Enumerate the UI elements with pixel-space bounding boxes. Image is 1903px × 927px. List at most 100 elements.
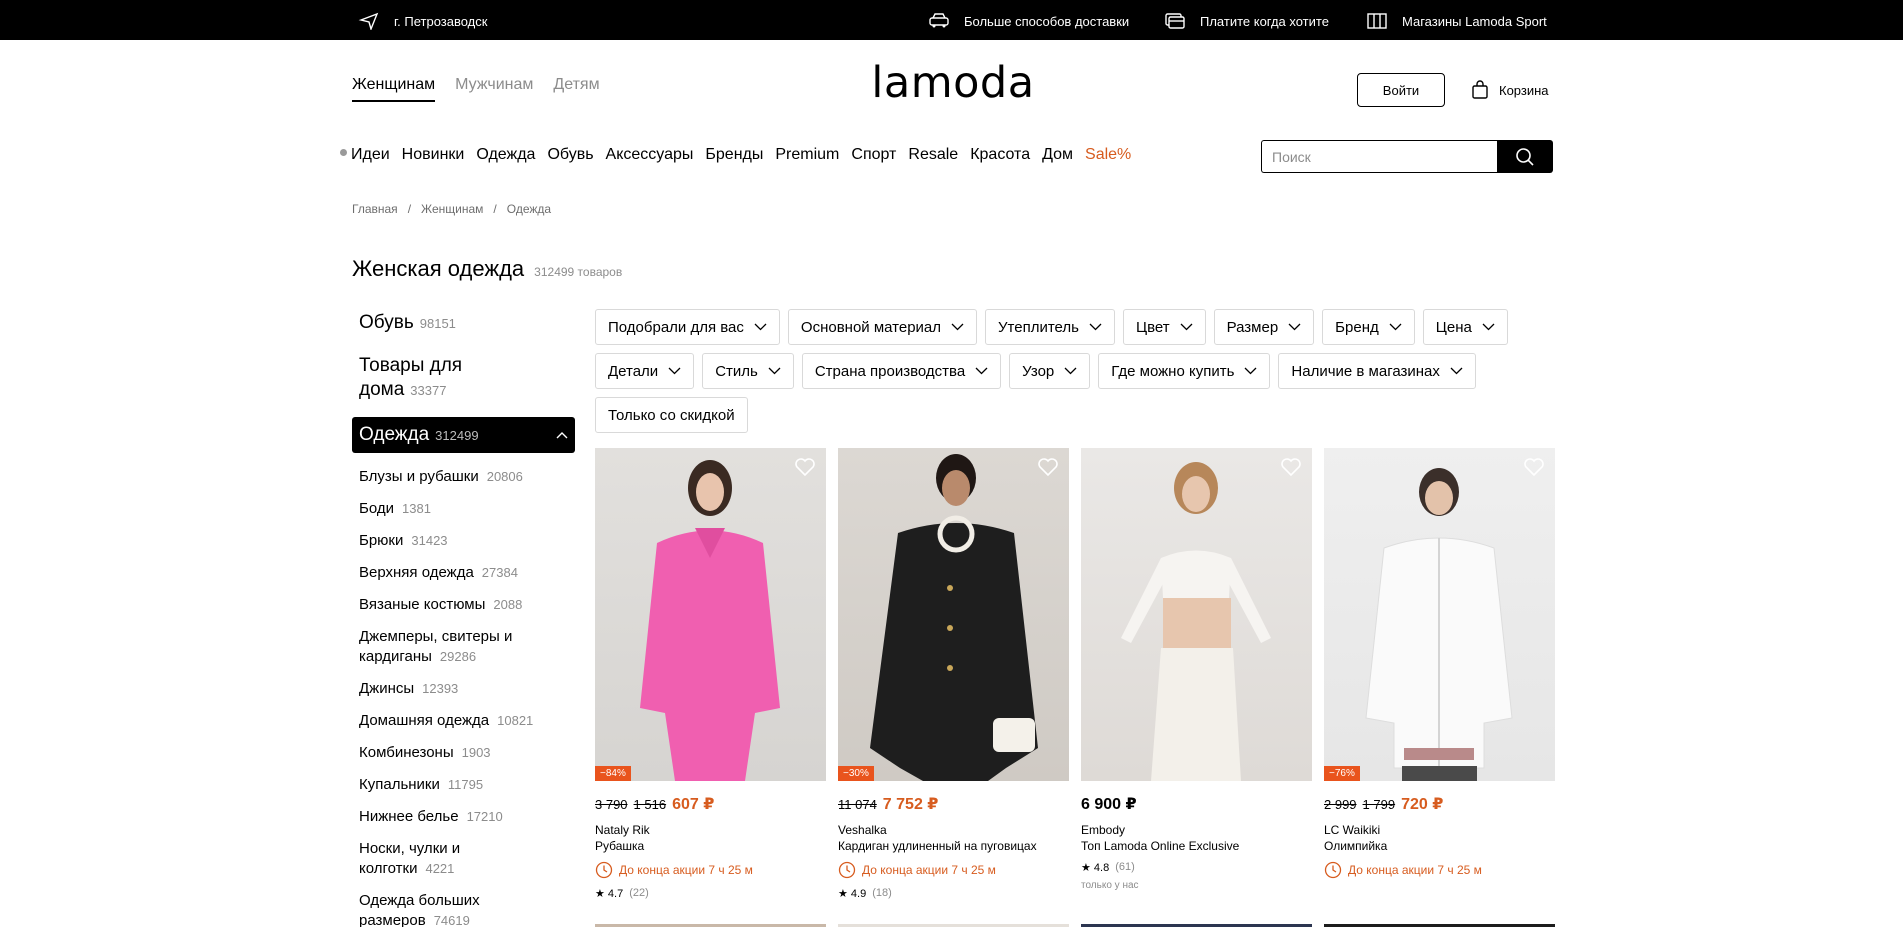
product-brand[interactable]: Veshalka [838,823,1069,837]
nav-item-sport[interactable]: Спорт [851,146,896,164]
favorite-heart-icon[interactable] [1037,457,1059,477]
subcategory-item[interactable]: Брюки 31423 [352,531,575,551]
subcategory-item[interactable]: Вязаные костюмы 2088 [352,595,575,615]
subcategory-item[interactable]: Купальники 11795 [352,775,575,795]
category-home-goods[interactable]: Товары для дома 33377 [352,354,472,403]
rating: ★ 4.8 (61) [1081,861,1312,874]
subcategory-item[interactable]: Блузы и рубашки 20806 [352,467,575,487]
product-image[interactable]: −84% [595,448,826,781]
filter-in-stores[interactable]: Наличие в магазинах [1278,353,1476,389]
filter-label: Детали [608,362,659,380]
filter-price[interactable]: Цена [1422,309,1508,345]
category-label: Одежда [359,424,430,445]
filter-style[interactable]: Стиль [702,353,794,389]
product-brand[interactable]: Embody [1081,823,1312,837]
product-card[interactable]: −30% 11 074 7 752 ₽ Veshalka Кардиган уд… [838,448,1069,900]
nav-item-resale[interactable]: Resale [908,146,958,164]
product-card[interactable]: 6 900 ₽ Embody Топ Lamoda Online Exclusi… [1081,448,1312,900]
filter-label: Цвет [1135,318,1170,336]
subcategory-item[interactable]: Комбинезоны 1903 [352,743,575,763]
filter-country[interactable]: Страна производства [801,353,1002,389]
filter-label: Цена [1435,318,1472,336]
product-brand[interactable]: Nataly Rik [595,823,826,837]
subcategory-count: 20806 [486,469,523,484]
price-row: 3 790 1 516 607 ₽ [595,794,826,814]
subcategory-item[interactable]: Джемперы, свитеры и кардиганы 29286 [352,627,532,667]
breadcrumb-women[interactable]: Женщинам [421,202,483,216]
product-brand[interactable]: LC Waikiki [1324,823,1555,837]
product-card[interactable]: −76% 2 999 1 799 720 ₽ LC Waikiki Олимпи… [1324,448,1555,900]
product-photo-black-cardigan [870,454,1038,781]
filter-color[interactable]: Цвет [1122,309,1206,345]
subcategory-label: Джинсы [359,680,415,697]
breadcrumb-home[interactable]: Главная [352,202,398,216]
product-image[interactable]: −30% [838,448,1069,781]
product-name[interactable]: Кардиган удлиненный на пуговицах [838,839,1069,853]
favorite-heart-icon[interactable] [1280,457,1302,477]
subcategory-item[interactable]: Боди 1381 [352,499,575,519]
nav-item-new[interactable]: Новинки [402,146,465,164]
search-box [1261,140,1553,173]
product-name[interactable]: Рубашка [595,839,826,853]
nav-item-ideas[interactable]: Идеи [351,146,390,164]
product-image[interactable]: −76% [1324,448,1555,781]
product-name[interactable]: Топ Lamoda Online Exclusive [1081,839,1312,853]
filter-brand[interactable]: Бренд [1322,309,1415,345]
subcategory-item[interactable]: Носки, чулки и колготки 4221 [352,839,492,879]
product-name[interactable]: Олимпийка [1324,839,1555,853]
city-selector[interactable]: г. Петрозаводск [358,12,487,30]
subcategory-item[interactable]: Домашняя одежда 10821 [352,711,575,731]
product-card[interactable]: −84% 3 790 1 516 607 ₽ Nataly Rik Рубашк… [595,448,826,900]
tab-men[interactable]: Мужчинам [455,76,533,102]
tab-kids[interactable]: Детям [553,76,599,102]
gender-tabs: Женщинам Мужчинам Детям [352,76,600,102]
lamoda-logo[interactable]: lamoda [866,58,1040,108]
nav-item-accessories[interactable]: Аксессуары [606,146,694,164]
filter-where-to-buy[interactable]: Где можно купить [1098,353,1271,389]
filter-details[interactable]: Детали [595,353,695,389]
filter-discount-only[interactable]: Только со скидкой [595,397,748,433]
nav-item-beauty[interactable]: Красота [970,146,1030,164]
delivery-link[interactable]: Больше способов доставки [928,12,1129,30]
chevron-down-icon [1064,367,1077,375]
tab-women[interactable]: Женщинам [352,76,436,102]
stores-link[interactable]: Магазины Lamoda Sport [1366,12,1547,30]
sale-price: 7 752 ₽ [882,796,939,813]
category-shoes[interactable]: Обувь 98151 [352,311,575,336]
search-button[interactable] [1497,140,1553,173]
favorite-heart-icon[interactable] [794,457,816,477]
nav-item-shoes[interactable]: Обувь [547,146,593,164]
pay-link[interactable]: Платите когда хотите [1164,12,1329,30]
category-clothes-active[interactable]: Одежда 312499 [352,417,575,453]
filter-label: Только со скидкой [608,406,735,424]
filter-size[interactable]: Размер [1213,309,1315,345]
cart-link[interactable]: Корзина [1471,80,1549,100]
chevron-down-icon [768,367,781,375]
price-row: 11 074 7 752 ₽ [838,794,1069,814]
nav-item-premium[interactable]: Premium [775,146,839,164]
promo-timer-text: До конца акции 7 ч 25 м [1348,863,1482,877]
subcategory-item[interactable]: Джинсы 12393 [352,679,575,699]
product-photo-white-top [1121,462,1271,781]
product-image[interactable] [1081,448,1312,781]
nav-item-sale[interactable]: Sale% [1085,146,1131,164]
nav-item-home[interactable]: Дом [1042,146,1073,164]
filter-recommended[interactable]: Подобрали для вас [595,309,780,345]
filter-material[interactable]: Основной материал [787,309,978,345]
subcategory-count: 10821 [497,713,534,728]
nav-item-clothes[interactable]: Одежда [476,146,535,164]
search-input[interactable] [1261,140,1497,173]
subcategory-item[interactable]: Нижнее белье 17210 [352,807,575,827]
subcategory-item[interactable]: Верхняя одежда 27384 [352,563,575,583]
filter-insulation[interactable]: Утеплитель [985,309,1115,345]
subcategory-item[interactable]: Одежда больших размеров 74619 [352,891,492,927]
subcategory-count: 2088 [493,597,523,612]
rating-value: ★ 4.7 [595,888,624,900]
filter-pattern[interactable]: Узор [1009,353,1091,389]
breadcrumb-clothes[interactable]: Одежда [507,202,551,216]
nav-item-brands[interactable]: Бренды [705,146,763,164]
old-price: 1 799 [1362,797,1396,812]
store-icon [1367,13,1387,29]
favorite-heart-icon[interactable] [1523,457,1545,477]
login-button[interactable]: Войти [1357,73,1445,107]
